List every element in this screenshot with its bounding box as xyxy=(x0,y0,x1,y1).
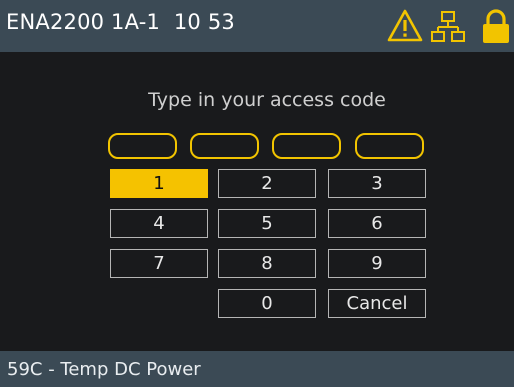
header-bar: ENA2200 1A-1 10 53 xyxy=(0,0,514,52)
code-digit-slot[interactable] xyxy=(190,133,259,159)
code-digit-slot[interactable] xyxy=(108,133,177,159)
code-digit-slot[interactable] xyxy=(272,133,341,159)
device-title: ENA2200 1A-1 10 53 xyxy=(6,10,235,34)
access-code-prompt: Type in your access code xyxy=(148,89,386,111)
key-9[interactable]: 9 xyxy=(328,249,426,278)
key-2[interactable]: 2 xyxy=(218,169,316,198)
status-message: 59C - Temp DC Power xyxy=(7,359,201,380)
code-digit-slot[interactable] xyxy=(355,133,424,159)
status-bar: 59C - Temp DC Power xyxy=(0,351,514,387)
key-6[interactable]: 6 xyxy=(328,209,426,238)
device-screen: ENA2200 1A-1 10 53 Type in your access c… xyxy=(0,0,514,387)
key-7[interactable]: 7 xyxy=(110,249,208,278)
key-1[interactable]: 1 xyxy=(110,169,208,198)
key-4[interactable]: 4 xyxy=(110,209,208,238)
cancel-button[interactable]: Cancel xyxy=(328,289,426,318)
key-8[interactable]: 8 xyxy=(218,249,316,278)
lock-icon xyxy=(483,9,509,43)
key-5[interactable]: 5 xyxy=(218,209,316,238)
key-3[interactable]: 3 xyxy=(328,169,426,198)
network-icon xyxy=(431,11,465,42)
warning-icon xyxy=(387,9,423,42)
key-0[interactable]: 0 xyxy=(218,289,316,318)
